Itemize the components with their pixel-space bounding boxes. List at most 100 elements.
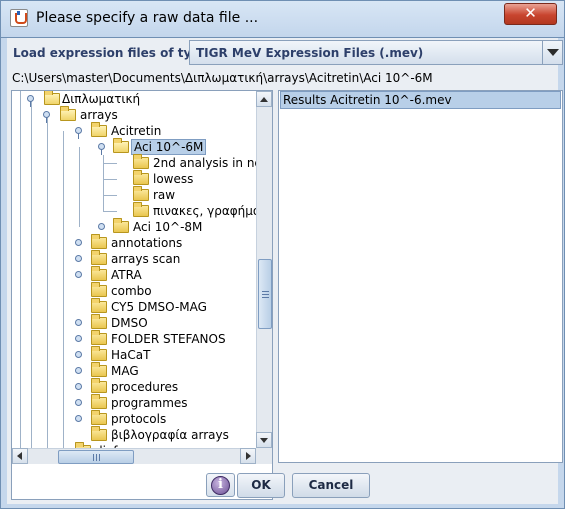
collapse-handle-icon[interactable] (43, 111, 50, 123)
tree-node-label: Aci 10^-6M (131, 139, 207, 155)
collapse-handle-icon[interactable] (98, 143, 105, 155)
scroll-corner (256, 448, 272, 464)
tree-node-label: CY5 DMSO-MAG (111, 300, 207, 314)
tree-node[interactable]: CY5 DMSO-MAG (12, 298, 256, 315)
folder-icon (91, 266, 107, 281)
tree-node-label: Acitretin (111, 124, 162, 138)
grip-icon (93, 454, 94, 461)
expand-handle-icon[interactable] (75, 255, 82, 262)
tree-node[interactable]: Aci 10^-8M (12, 218, 256, 235)
expand-handle-icon[interactable] (75, 351, 82, 358)
collapse-handle-icon[interactable] (27, 95, 34, 107)
folder-icon (91, 250, 107, 265)
tree-node-label: Aci 10^-8M (133, 220, 203, 234)
file-list-item[interactable]: Results Acitretin 10^-6.mev (280, 91, 561, 109)
folder-icon (91, 234, 107, 249)
tree-node[interactable]: raw (12, 186, 256, 203)
tree-node[interactable]: protocols (12, 410, 256, 427)
tree-node[interactable]: annotations (12, 234, 256, 251)
folder-icon (91, 330, 107, 345)
folder-tree-panel: Διπλωματική arrays Acitretin Aci 10^-6M (11, 90, 273, 500)
folder-tree: Διπλωματική arrays Acitretin Aci 10^-6M (12, 91, 256, 448)
folder-icon (91, 298, 107, 313)
grip-icon (99, 454, 100, 461)
tree-node-label: ATRA (111, 268, 142, 282)
grip-icon (96, 454, 97, 461)
scroll-left-icon[interactable] (12, 448, 28, 464)
tree-node-label: procedures (111, 380, 179, 394)
folder-icon (91, 394, 107, 409)
tree-node[interactable]: MAG (12, 362, 256, 379)
open-folder-icon (113, 138, 129, 153)
grip-icon (262, 294, 269, 295)
tree-node-label: βιβλογραφία arrays (111, 428, 229, 442)
filetype-selected-value: TIGR MeV Expression Files (.mev) (196, 46, 424, 60)
expand-handle-icon[interactable] (75, 319, 82, 326)
tree-node[interactable]: HaCaT (12, 346, 256, 363)
expand-handle-icon[interactable] (75, 383, 82, 390)
tree-node[interactable]: procedures (12, 378, 256, 395)
tree-node[interactable]: Διπλωματική (12, 91, 256, 107)
expand-handle-icon[interactable] (75, 367, 82, 374)
filetype-dropdown[interactable]: TIGR MeV Expression Files (.mev) (189, 40, 563, 65)
java-icon (10, 9, 28, 27)
tree-node[interactable]: ATRA (12, 266, 256, 283)
close-button[interactable]: ✕ (504, 3, 557, 25)
tree-node-selected[interactable]: Aci 10^-6M (12, 138, 256, 155)
tree-node[interactable]: DMSO (12, 314, 256, 331)
tree-node-label: annotations (111, 236, 183, 250)
tree-node[interactable]: programmes (12, 394, 256, 411)
tree-node[interactable]: FOLDER STEFANOS (12, 330, 256, 347)
vertical-scroll-thumb[interactable] (258, 259, 272, 329)
tree-node[interactable]: lowess (12, 170, 256, 187)
expand-handle-icon[interactable] (75, 335, 82, 342)
expand-handle-icon[interactable] (75, 239, 82, 246)
tree-node[interactable]: βιβλογραφία arrays (12, 426, 256, 443)
folder-icon (91, 282, 107, 297)
scroll-down-icon[interactable] (256, 432, 272, 448)
folder-icon (133, 202, 149, 217)
info-icon (211, 476, 230, 495)
tree-vertical-scrollbar[interactable] (256, 91, 272, 448)
folder-icon (91, 378, 107, 393)
folder-icon (133, 186, 149, 201)
tree-node[interactable]: Acitretin (12, 122, 256, 139)
tree-node-label: HaCaT (111, 348, 151, 362)
folder-icon (113, 218, 129, 233)
tree-node[interactable]: arrays (12, 106, 256, 123)
tree-node-label: lowess (153, 172, 194, 186)
info-button[interactable] (206, 473, 235, 497)
ok-button[interactable]: OK (237, 473, 285, 498)
folder-icon (133, 154, 149, 169)
tree-node-label: combo (111, 284, 152, 298)
expand-handle-icon[interactable] (75, 415, 82, 422)
current-path: C:\Users\master\Documents\Διπλωματική\ar… (12, 71, 433, 85)
tree-node[interactable]: 2nd analysis in neg- (12, 154, 256, 171)
expand-handle-icon[interactable] (75, 399, 82, 406)
horizontal-scroll-thumb[interactable] (58, 450, 134, 464)
tree-node-label: programmes (111, 396, 188, 410)
tree-node-label: FOLDER STEFANOS (111, 332, 226, 346)
scroll-up-icon[interactable] (256, 91, 272, 107)
tree-horizontal-scrollbar[interactable] (12, 448, 256, 464)
expand-handle-icon[interactable] (75, 271, 82, 278)
scroll-right-icon[interactable] (240, 448, 256, 464)
folder-icon (91, 314, 107, 329)
grip-icon (262, 297, 269, 298)
tree-node-label: arrays scan (111, 252, 181, 266)
filetype-label: Load expression files of type: (13, 46, 213, 60)
collapse-handle-icon[interactable] (75, 127, 82, 139)
open-folder-icon (44, 91, 60, 105)
tree-node-label: arrays (80, 108, 118, 122)
chevron-down-icon[interactable] (542, 41, 562, 64)
expand-handle-icon[interactable] (98, 223, 105, 230)
tree-node-label: πινακες, γραφήματα (153, 204, 256, 218)
tree-node-label: protocols (111, 412, 167, 426)
tree-node[interactable]: πινακες, γραφήματα (12, 202, 256, 219)
tree-node[interactable]: combo (12, 282, 256, 299)
open-folder-icon (60, 106, 76, 121)
cancel-button[interactable]: Cancel (292, 473, 370, 498)
tree-node-label: DMSO (111, 316, 148, 330)
tree-node-label: 2nd analysis in neg- (153, 156, 256, 170)
tree-node[interactable]: arrays scan (12, 250, 256, 267)
